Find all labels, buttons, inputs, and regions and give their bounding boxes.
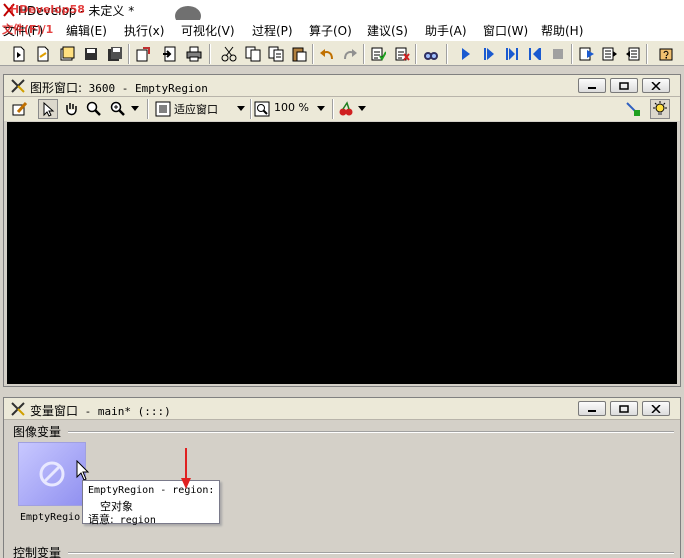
step-out-icon[interactable] <box>525 44 544 63</box>
mouse-cursor-icon <box>76 460 90 481</box>
copy-2-icon[interactable] <box>266 44 285 63</box>
graphics-settings-icon[interactable] <box>623 99 643 119</box>
iconic-variables-label: 图像变量 <box>13 423 64 440</box>
run-icon[interactable] <box>456 44 475 63</box>
save-all-icon[interactable] <box>105 44 124 63</box>
undo-icon[interactable] <box>317 44 336 63</box>
zoom-value-dropdown-arrow[interactable] <box>317 106 325 111</box>
menu-suggest[interactable]: 建议(S) <box>367 22 408 39</box>
annotation-arrow-icon <box>181 448 191 489</box>
toolbar-separator <box>415 44 417 64</box>
open-example-icon[interactable] <box>57 44 76 63</box>
variable-tooltip: EmptyRegion - region: 空对象 语意: region <box>82 480 220 526</box>
maximize-button[interactable] <box>610 78 638 93</box>
toolbar-separator <box>446 44 448 64</box>
reset-all-icon[interactable] <box>623 44 642 63</box>
copy-icon[interactable] <box>243 44 262 63</box>
toolbar-separator <box>646 44 648 64</box>
step-over-icon[interactable] <box>479 44 498 63</box>
pointer-tool-icon[interactable] <box>38 99 58 119</box>
redo-icon[interactable] <box>340 44 359 63</box>
toolbar-separator <box>571 44 573 64</box>
reset-step-icon[interactable] <box>600 44 619 63</box>
close-button[interactable] <box>642 78 670 93</box>
insert-code-icon[interactable] <box>160 44 179 63</box>
light-bulb-icon[interactable] <box>650 99 670 119</box>
graphics-window-title: 图形窗口: 3600 - EmptyRegion <box>30 81 208 95</box>
toolbar-separator <box>312 44 314 64</box>
control-variables-label: 控制变量 <box>13 544 64 558</box>
zoom-dropdown-arrow[interactable] <box>131 106 139 111</box>
tooltip-title: EmptyRegion - region: <box>88 485 215 496</box>
open-file-icon[interactable] <box>33 44 52 63</box>
new-file-icon[interactable] <box>9 44 28 63</box>
toolbar-separator <box>147 99 149 119</box>
iconic-variable-name: EmptyRegio <box>20 512 81 523</box>
minimize-button[interactable] <box>578 78 606 93</box>
step-into-icon[interactable] <box>502 44 521 63</box>
menu-procedure[interactable]: 过程(P) <box>252 22 293 39</box>
variable-window-titlebar: 变量窗口 - main* (:::) <box>4 398 680 420</box>
toolbar-separator <box>209 44 211 64</box>
close-button[interactable] <box>642 401 670 416</box>
group-divider <box>68 552 674 554</box>
graphics-window-titlebar: 图形窗口: 3600 - EmptyRegion <box>4 75 680 97</box>
magnifier-icon[interactable] <box>84 99 104 119</box>
zoom-factor-icon[interactable] <box>252 99 272 119</box>
graphics-toolbar: 适应窗口 100 % <box>4 97 680 121</box>
graphics-canvas[interactable] <box>7 122 677 384</box>
menu-edit[interactable]: 编辑(E) <box>66 22 107 39</box>
hdevelop-app-icon <box>3 3 15 17</box>
minimize-button[interactable] <box>578 401 606 416</box>
main-toolbar <box>0 40 684 66</box>
graphics-window: 图形窗口: 3600 - EmptyRegion 适应窗口 100 % <box>3 74 681 387</box>
pan-hand-icon[interactable] <box>61 99 81 119</box>
paste-icon[interactable] <box>289 44 308 63</box>
activate-icon[interactable] <box>368 44 387 63</box>
zoom-icon[interactable] <box>108 99 128 119</box>
variable-window-title: 变量窗口 - main* (:::) <box>30 404 171 418</box>
halcon-window-icon <box>11 79 25 93</box>
group-divider <box>68 431 674 433</box>
menu-operator[interactable]: 算子(O) <box>309 22 352 39</box>
save-icon[interactable] <box>81 44 100 63</box>
help-icon[interactable] <box>656 44 675 63</box>
menu-window[interactable]: 窗口(W) <box>483 22 528 39</box>
fit-dropdown-arrow[interactable] <box>237 106 245 111</box>
color-palette-icon[interactable] <box>336 99 356 119</box>
toolbar-separator <box>363 44 365 64</box>
menu-execute[interactable]: 执行(x) <box>124 22 164 39</box>
variable-window: 变量窗口 - main* (:::) 图像变量 EmptyRegio Empty… <box>3 397 681 558</box>
menu-bar: 文件(F) 编辑(E) 执行(x) 可视化(V) 过程(P) 算子(O) 建议(… <box>0 20 684 40</box>
color-dropdown-arrow[interactable] <box>358 106 366 111</box>
zoom-value[interactable]: 100 % <box>274 101 309 114</box>
menu-assistant[interactable]: 助手(A) <box>425 22 467 39</box>
edit-visualization-icon[interactable] <box>10 99 30 119</box>
maximize-button[interactable] <box>610 401 638 416</box>
menu-help[interactable]: 帮助(H) <box>541 22 583 39</box>
deactivate-icon[interactable] <box>392 44 411 63</box>
stop-icon[interactable] <box>548 44 567 63</box>
empty-object-icon <box>39 461 65 487</box>
toolbar-separator <box>128 44 130 64</box>
tooltip-semantics: 语意: region <box>88 513 156 526</box>
reset-program-icon[interactable] <box>577 44 596 63</box>
export-icon[interactable] <box>133 44 152 63</box>
fit-window-icon[interactable] <box>153 99 173 119</box>
halcon-window-icon <box>11 402 25 416</box>
title-bar: HDevelop - 未定义 * <box>0 0 684 26</box>
toolbar-separator <box>332 99 334 119</box>
fit-window-label[interactable]: 适应窗口 <box>174 101 218 117</box>
menu-file[interactable]: 文件(F) <box>3 22 43 39</box>
window-title: HDevelop - 未定义 * <box>18 4 135 18</box>
profiler-icon[interactable] <box>421 44 440 63</box>
cut-icon[interactable] <box>219 44 238 63</box>
menu-visualize[interactable]: 可视化(V) <box>181 22 235 39</box>
print-icon[interactable] <box>184 44 203 63</box>
